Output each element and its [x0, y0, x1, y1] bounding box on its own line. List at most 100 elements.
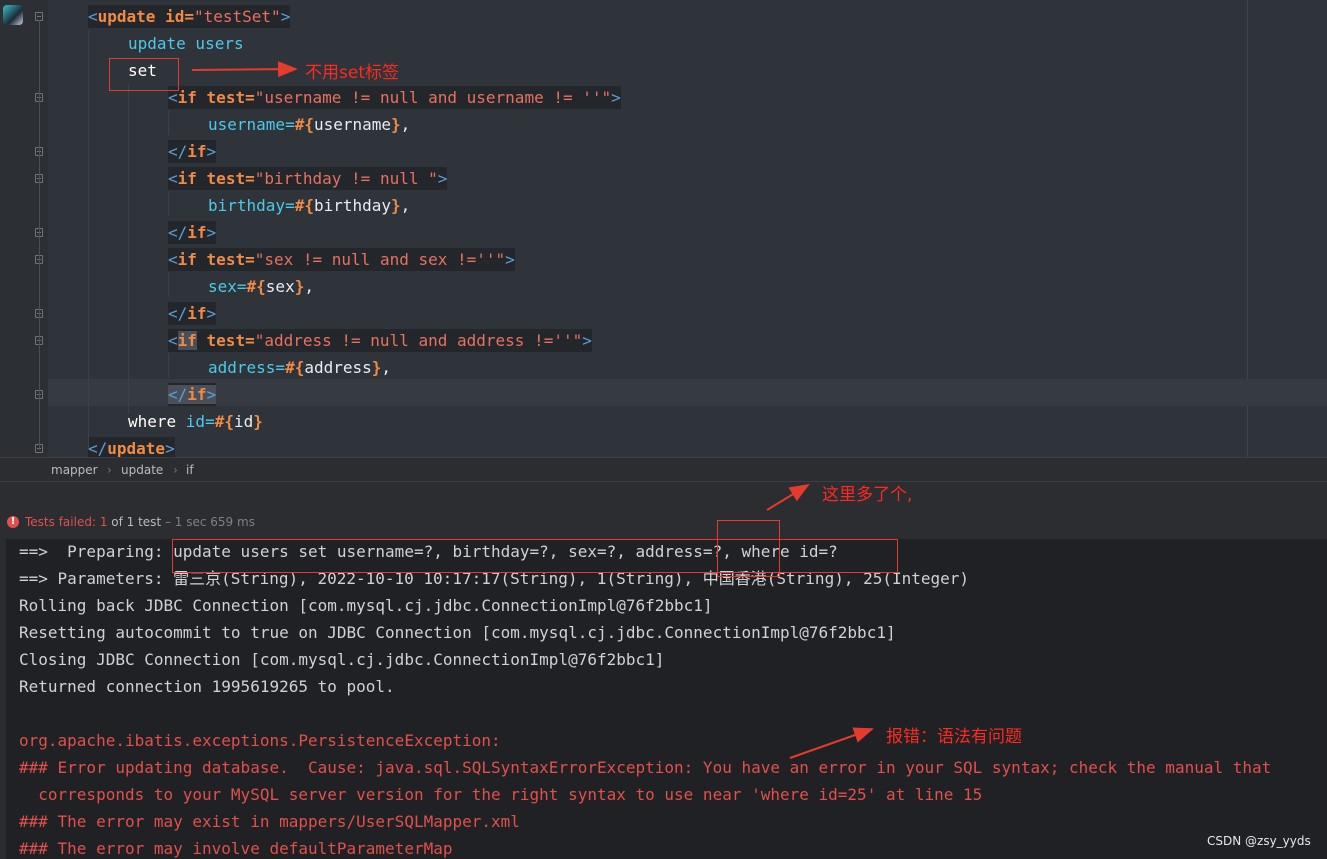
annotation-extra-comma: 这里多了个, — [822, 485, 913, 505]
code-token-group: <update id="testSet"> — [88, 5, 291, 28]
code-token-group: address=#{address}, — [208, 358, 391, 377]
code-token: "testSet" — [193, 7, 281, 26]
code-token: if — [187, 304, 207, 323]
code-token: test= — [206, 169, 255, 188]
code-line[interactable]: username=#{username}, — [208, 111, 410, 138]
console-line[interactable]: Resetting autocommit to true on JDBC Con… — [19, 619, 896, 646]
breadcrumb-separator-icon: › — [173, 463, 178, 477]
code-token: #{ — [246, 277, 266, 296]
code-token: #{ — [294, 196, 314, 215]
code-token: , — [381, 358, 392, 377]
code-token-group: </if> — [168, 140, 217, 163]
annotation-box-preparing — [172, 539, 898, 573]
code-token: #{ — [285, 358, 305, 377]
code-token-group: <if test="address != null and address !=… — [168, 329, 592, 352]
code-token: } — [391, 196, 401, 215]
code-line[interactable]: <if test="birthday != null "> — [168, 165, 448, 192]
watermark: CSDN @zsy_yyds — [1207, 834, 1311, 848]
console-line[interactable]: ### The error may involve defaultParamet… — [19, 835, 452, 859]
code-token: < — [168, 169, 178, 188]
breadcrumb-item-update[interactable]: update — [121, 463, 163, 477]
code-token: #{ — [294, 115, 314, 134]
code-line[interactable]: <if test="address != null and address !=… — [168, 327, 592, 354]
code-line[interactable]: <if test="username != null and username … — [168, 84, 621, 111]
test-results-bar: ! Tests failed: 1 of 1 test – 1 sec 659 … — [0, 481, 1327, 540]
code-line[interactable]: <update id="testSet"> — [88, 3, 291, 30]
console-line[interactable]: ### Error updating database. Cause: java… — [19, 754, 1271, 781]
code-token: username — [313, 115, 392, 134]
code-token: > — [582, 331, 592, 350]
avatar — [3, 5, 23, 25]
indent-guide — [88, 30, 89, 450]
code-token: #{ — [214, 412, 234, 431]
code-token: birthday — [313, 196, 392, 215]
indent-guide — [128, 84, 129, 414]
code-token: } — [294, 277, 305, 296]
code-token: where — [128, 412, 186, 431]
annotation-box-set — [109, 58, 179, 91]
code-token: > — [505, 250, 515, 269]
code-token: </ — [168, 223, 188, 242]
code-token: "birthday != null " — [254, 169, 438, 188]
code-token: </ — [168, 142, 188, 161]
code-line[interactable]: where id=#{id} — [128, 408, 263, 435]
code-token: < — [168, 331, 178, 350]
code-token: > — [206, 223, 217, 242]
code-line[interactable]: </update> — [88, 435, 175, 457]
console-gutter — [0, 539, 6, 859]
code-editor[interactable]: <update id="testSet"> update users set <if … — [0, 0, 1327, 457]
breadcrumb-item-if[interactable]: if — [186, 463, 194, 477]
code-token-group: <if test="sex != null and sex !=''"> — [168, 248, 515, 271]
code-token: , — [304, 277, 314, 296]
code-token-group: where id=#{id} — [128, 412, 263, 431]
code-token: "username != null and username != ''" — [254, 88, 612, 107]
code-token: test= — [196, 331, 255, 350]
code-token-group: <if test="birthday != null "> — [168, 167, 448, 190]
code-token: < — [88, 7, 98, 26]
code-token-group: update users — [128, 34, 244, 53]
code-token: if — [187, 223, 207, 242]
code-token: "address != null and address !=''" — [254, 331, 583, 350]
indent-guide — [168, 353, 169, 378]
console-line[interactable]: ### The error may exist in mappers/UserS… — [19, 808, 520, 835]
console-line[interactable]: Rolling back JDBC Connection [com.mysql.… — [19, 592, 713, 619]
current-line-highlight — [48, 379, 1327, 406]
code-token: if — [187, 142, 207, 161]
code-line[interactable]: </if> — [168, 138, 217, 165]
breadcrumb-item-mapper[interactable]: mapper — [51, 463, 98, 477]
code-line[interactable]: update users — [128, 30, 244, 57]
breadcrumb: mapper › update › if — [0, 457, 1327, 482]
code-token: update — [97, 7, 166, 26]
code-token: username= — [208, 115, 295, 134]
console-line[interactable]: org.apache.ibatis.exceptions.Persistence… — [19, 727, 501, 754]
test-status: Tests failed: 1 of 1 test – 1 sec 659 ms — [25, 515, 255, 529]
indent-guide — [168, 110, 169, 135]
code-token: address= — [208, 358, 286, 377]
code-token: birthday= — [208, 196, 295, 215]
code-token: </ — [168, 304, 188, 323]
code-token: id — [233, 412, 254, 431]
editor-gutter — [0, 0, 48, 457]
code-line[interactable]: </if> — [168, 219, 217, 246]
code-token: sex= — [208, 277, 247, 296]
code-token-group: birthday=#{birthday}, — [208, 196, 410, 215]
code-token-group: </if> — [168, 302, 217, 325]
code-line[interactable]: <if test="sex != null and sex !=''"> — [168, 246, 515, 273]
console-line[interactable]: Returned connection 1995619265 to pool. — [19, 673, 395, 700]
console-line[interactable]: Closing JDBC Connection [com.mysql.cj.jd… — [19, 646, 664, 673]
code-token: < — [168, 250, 178, 269]
code-token: if — [177, 88, 207, 107]
code-line[interactable]: address=#{address}, — [208, 354, 391, 381]
code-line[interactable]: </if> — [168, 381, 217, 408]
code-token: > — [611, 88, 621, 107]
console-line[interactable]: corresponds to your MySQL server version… — [19, 781, 982, 808]
indent-guide — [168, 191, 169, 216]
console-output[interactable]: ==> Preparing: update users set username… — [0, 539, 1327, 859]
code-line[interactable]: birthday=#{birthday}, — [208, 192, 410, 219]
code-token: } — [371, 358, 382, 377]
code-line[interactable]: sex=#{sex}, — [208, 273, 314, 300]
code-line[interactable]: </if> — [168, 300, 217, 327]
code-token: </ — [88, 439, 108, 457]
fold-guide-line — [39, 20, 40, 450]
code-token: , — [400, 196, 411, 215]
